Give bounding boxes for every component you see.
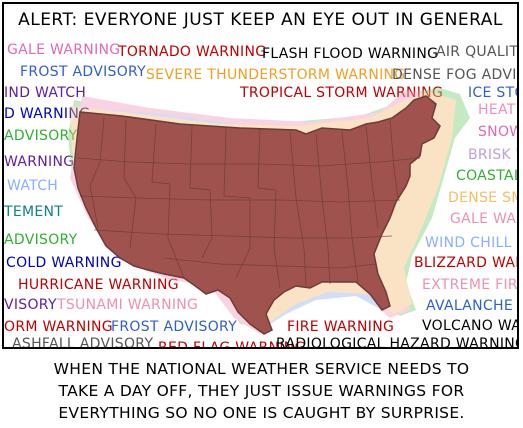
warning-gale-1: GALE WARNING	[7, 42, 121, 58]
caption: WHEN THE NATIONAL WEATHER SERVICE NEEDS …	[0, 358, 523, 424]
caption-line-3: EVERYTHING SO NO ONE IS CAUGHT BY SURPRI…	[58, 404, 465, 422]
caption-line-2: TAKE A DAY OFF, THEY JUST ISSUE WARNINGS…	[58, 382, 465, 400]
warning-air-quality: AIR QUALITY	[436, 44, 519, 60]
warning-statement: TEMENT	[4, 204, 64, 220]
comic-panel: ALERT: EVERYONE JUST KEEP AN EYE OUT IN …	[2, 2, 519, 349]
caption-line-1: WHEN THE NATIONAL WEATHER SERVICE NEEDS …	[53, 360, 470, 378]
panel-title: ALERT: EVERYONE JUST KEEP AN EYE OUT IN …	[18, 10, 503, 30]
warning-heat: HEAT A	[478, 102, 517, 118]
warning-flash-flood: FLASH FLOOD WARNING	[262, 46, 439, 62]
us-map	[68, 88, 470, 335]
warning-tornado: TORNADO WARNING	[118, 44, 267, 60]
warning-snow: SNOW	[478, 124, 519, 140]
warning-watch-1: WATCH	[7, 178, 59, 194]
warning-visory: VISORY	[4, 297, 57, 313]
us-landmass	[73, 95, 441, 335]
